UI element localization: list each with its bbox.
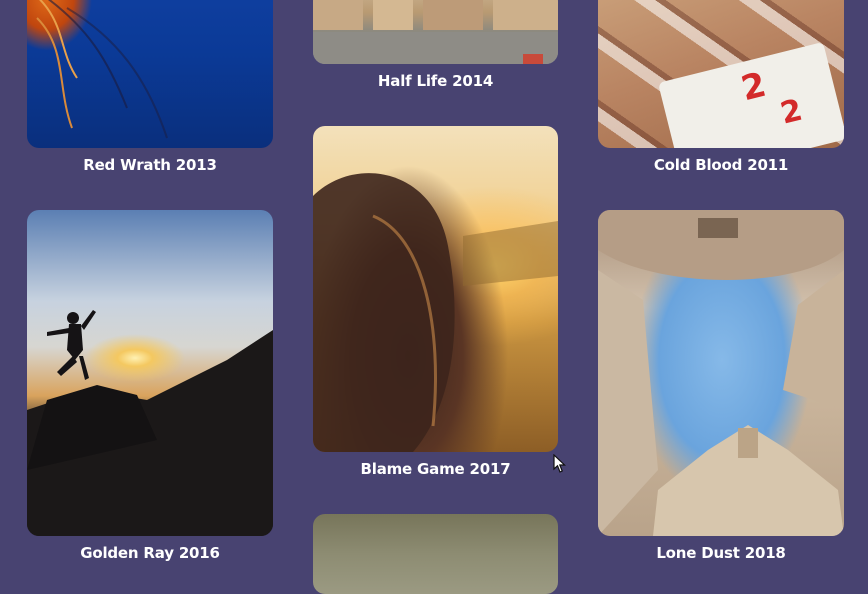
card-title[interactable]: Red Wrath 2013 [27,156,273,174]
city-street-illustration [313,0,558,64]
card-title[interactable]: Cold Blood 2011 [598,156,844,174]
gallery-page: { "gallery": { "cards": [ {"title": "Red… [0,0,868,594]
card-image-half-life[interactable] [313,0,558,64]
card-image-red-wrath[interactable] [27,0,273,148]
card-title[interactable]: Lone Dust 2018 [598,544,844,562]
card-image-bottom[interactable] [313,514,558,594]
card-image-cold-blood[interactable]: 2 2 [598,0,844,148]
girl-in-field-illustration [313,173,558,452]
jumping-person-illustration [27,310,273,536]
building-courtyard-illustration [598,210,844,536]
card-title[interactable]: Half Life 2014 [313,72,558,90]
mouse-pointer-icon [553,454,566,473]
cards-illustration: 2 2 [659,43,844,148]
card-title[interactable]: Golden Ray 2016 [27,544,273,562]
card-title[interactable]: Blame Game 2017 [313,460,558,478]
card-image-blame-game[interactable] [313,126,558,452]
card-image-lone-dust[interactable] [598,210,844,536]
jellyfish-illustration [36,0,168,139]
card-image-golden-ray[interactable] [27,210,273,536]
